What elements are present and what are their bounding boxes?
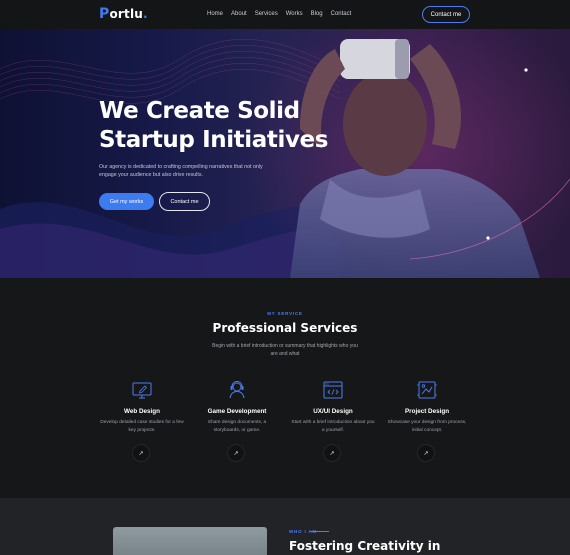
nav-link-home[interactable]: Home xyxy=(207,11,223,17)
hero-section: We Create Solid Startup Initiatives Our a… xyxy=(0,29,570,278)
service-name: Web Design xyxy=(124,408,160,415)
nav-link-about[interactable]: About xyxy=(231,11,247,17)
hero-contact-button[interactable]: Contact me xyxy=(159,192,210,211)
nav-contact-button[interactable]: Contact me xyxy=(422,6,470,23)
top-nav: Portlu. Home About Services Works Blog C… xyxy=(0,0,570,29)
project-design-icon xyxy=(417,381,437,399)
services-section: MY SERVICE Professional Services Begin w… xyxy=(0,278,570,498)
nav-link-blog[interactable]: Blog xyxy=(311,11,323,17)
hero-description: Our agency is dedicated to crafting comp… xyxy=(99,164,263,178)
web-design-icon xyxy=(132,382,152,399)
about-photo xyxy=(113,527,267,555)
about-title: Fostering Creativity in xyxy=(289,539,441,553)
game-development-icon xyxy=(229,380,245,399)
service-name: Project Design xyxy=(404,408,450,415)
service-card-web-design: Web Design Develop detailed case studies… xyxy=(94,379,190,462)
service-arrow-button[interactable]: ↗ xyxy=(417,444,435,462)
hero-title: We Create Solid Startup Initiatives xyxy=(99,97,359,155)
services-subtitle: Begin with a brief introduction or summa… xyxy=(212,343,358,357)
service-card-game-development: Game Development Share design documents,… xyxy=(189,379,285,462)
logo[interactable]: Portlu. xyxy=(99,6,148,22)
service-desc: Share design documents, a storyboards, o… xyxy=(207,420,267,433)
services-title: Professional Services xyxy=(212,321,358,335)
nav-link-works[interactable]: Works xyxy=(286,11,303,17)
get-my-works-button[interactable]: Get my works xyxy=(99,193,154,210)
service-desc: Start with a brief introduction about yo… xyxy=(291,420,375,433)
logo-mark: P xyxy=(99,6,110,22)
services-eyebrow: MY SERVICE xyxy=(267,311,303,316)
nav-menu: Home About Services Works Blog Contact xyxy=(207,11,351,17)
nav-link-services[interactable]: Services xyxy=(255,11,278,17)
service-card-ux-ui-design: UX/UI Design Start with a brief introduc… xyxy=(285,379,381,462)
about-eyebrow-line xyxy=(311,531,329,532)
nav-link-contact[interactable]: Contact xyxy=(331,11,352,17)
service-arrow-button[interactable]: ↗ xyxy=(227,444,245,462)
service-card-project-design: Project Design Showcase your design from… xyxy=(379,379,475,462)
service-arrow-button[interactable]: ↗ xyxy=(323,444,341,462)
service-arrow-button[interactable]: ↗ xyxy=(132,444,150,462)
logo-text: ortlu xyxy=(109,7,144,21)
service-desc: Showcase your design from process, initi… xyxy=(387,420,467,433)
service-name: UX/UI Design xyxy=(313,408,353,415)
service-name: Game Development xyxy=(207,408,267,415)
service-desc: Develop detailed case studies for a few … xyxy=(100,420,184,433)
about-section: WHO I AM Fostering Creativity in xyxy=(0,498,570,555)
hero-title-line1: We Create Solid xyxy=(99,98,300,124)
ux-ui-design-icon xyxy=(323,381,343,399)
hero-title-line2: Startup Initiatives xyxy=(99,127,329,153)
